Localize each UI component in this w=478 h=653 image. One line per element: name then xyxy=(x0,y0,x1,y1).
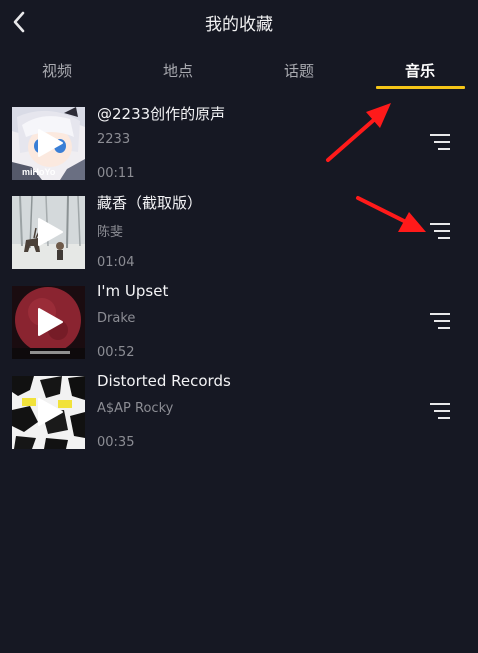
active-tab-indicator xyxy=(376,86,465,89)
play-icon xyxy=(38,398,63,426)
album-cover[interactable] xyxy=(12,286,85,359)
song-artist: 2233 xyxy=(97,132,131,147)
menu-icon[interactable] xyxy=(428,311,452,331)
album-cover[interactable] xyxy=(12,376,85,449)
song-duration: 00:11 xyxy=(97,166,135,181)
album-cover[interactable] xyxy=(12,196,85,269)
song-artist: 陈斐 xyxy=(97,225,124,240)
song-title: @2233创作的原声 xyxy=(97,105,226,123)
header: 我的收藏 xyxy=(0,0,478,44)
tab-music[interactable]: 音乐 xyxy=(370,60,470,81)
menu-icon[interactable] xyxy=(428,401,452,421)
menu-icon[interactable] xyxy=(428,132,452,152)
tab-topic[interactable]: 话题 xyxy=(249,60,349,81)
tab-location[interactable]: 地点 xyxy=(128,60,228,81)
list-item[interactable]: I'm Upset Drake 00:52 xyxy=(0,279,478,363)
song-duration: 00:35 xyxy=(97,435,135,450)
album-cover[interactable]: miHoYo xyxy=(12,107,85,180)
play-icon xyxy=(38,308,63,336)
list-item[interactable]: Distorted Records A$AP Rocky 00:35 xyxy=(0,369,478,453)
cover-logo-text: miHoYo xyxy=(22,167,56,177)
song-title: Distorted Records xyxy=(97,372,231,390)
list-item[interactable]: miHoYo @2233创作的原声 2233 00:11 xyxy=(0,100,478,184)
song-title: 藏香（截取版） xyxy=(97,194,203,212)
song-duration: 01:04 xyxy=(97,255,135,270)
tab-video[interactable]: 视频 xyxy=(7,60,107,81)
list-item[interactable]: 藏香（截取版） 陈斐 01:04 xyxy=(0,189,478,273)
song-artist: Drake xyxy=(97,311,136,326)
song-artist: A$AP Rocky xyxy=(97,401,174,416)
menu-icon[interactable] xyxy=(428,221,452,241)
play-icon xyxy=(38,129,63,157)
song-title: I'm Upset xyxy=(97,282,169,300)
play-icon xyxy=(38,218,63,246)
song-duration: 00:52 xyxy=(97,345,135,360)
page-title: 我的收藏 xyxy=(205,15,273,35)
